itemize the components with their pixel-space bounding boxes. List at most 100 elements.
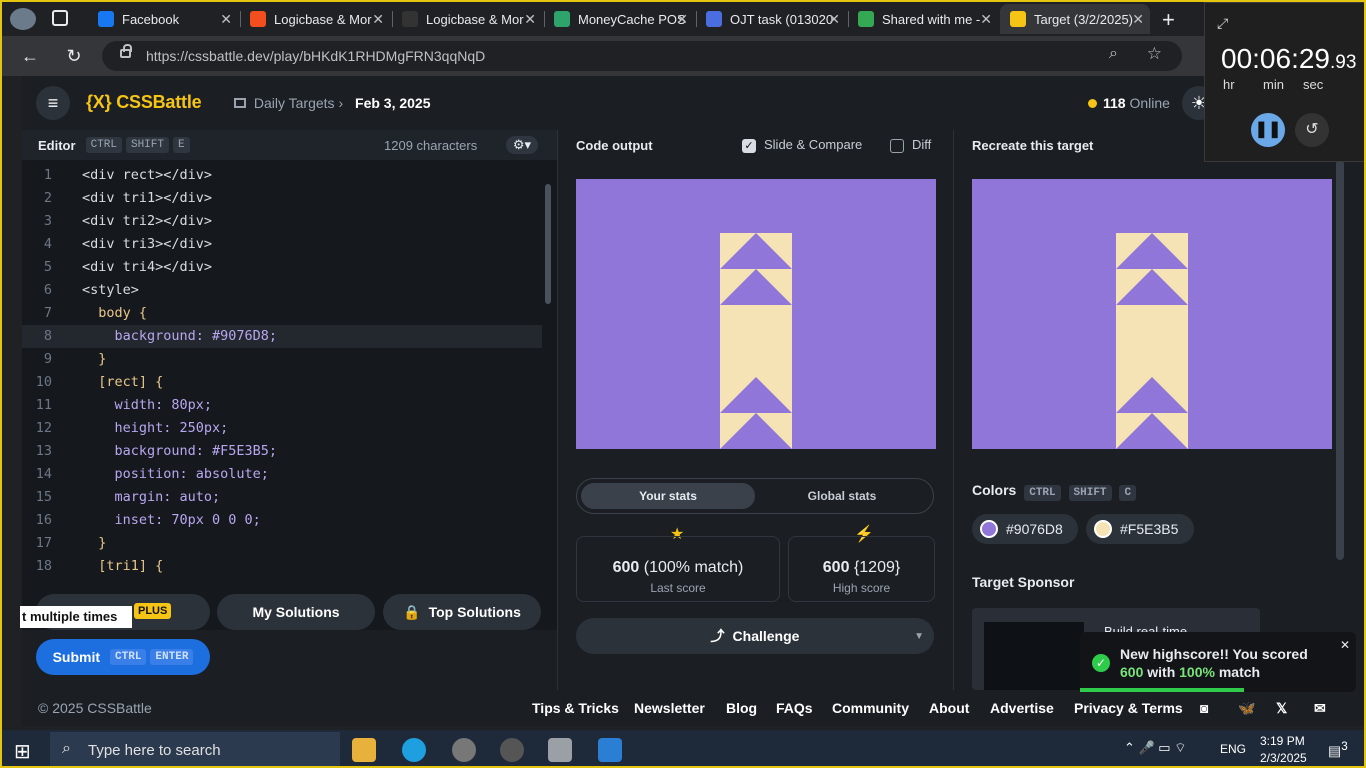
facebook-icon [98, 11, 114, 27]
clock-time[interactable]: 3:19 PM [1260, 734, 1305, 748]
submit-button[interactable]: Submit CTRL ENTER [36, 639, 210, 675]
close-icon[interactable]: ✕ [372, 11, 384, 28]
language-indicator[interactable]: ENG [1220, 742, 1246, 756]
code-line[interactable]: 2 <div tri1></div> [22, 187, 542, 210]
discord-icon[interactable]: ◙ [1200, 700, 1208, 716]
code-line[interactable]: 12 height: 250px; [22, 417, 542, 440]
tab-logicbase-2[interactable]: Logicbase & Mor ✕ [392, 4, 542, 34]
output-tri2 [720, 269, 792, 305]
diff-toggle[interactable]: Diff [890, 137, 931, 153]
chrome-icon[interactable] [500, 738, 524, 762]
code-line[interactable]: 10 [rect] { [22, 371, 542, 394]
mail-icon[interactable]: ✉ [1314, 700, 1326, 717]
code-line[interactable]: 7 body { [22, 302, 542, 325]
code-line[interactable]: 8 background: #9076D8; [22, 325, 542, 348]
code-line[interactable]: 14 position: absolute; [22, 463, 542, 486]
chatgpt-icon[interactable] [452, 738, 476, 762]
code-line[interactable]: 1 <div rect></div> [22, 164, 542, 187]
edge-icon[interactable] [402, 738, 426, 762]
copyright: © 2025 CSSBattle [38, 700, 152, 716]
tab-ojt-task[interactable]: OJT task (013020 ✕ [696, 4, 846, 34]
reload-icon[interactable]: ↻ [62, 44, 86, 68]
reset-icon[interactable]: ↺ [1295, 113, 1329, 147]
vscode-icon[interactable] [598, 738, 622, 762]
scroll-thumb[interactable] [545, 184, 551, 304]
target-canvas[interactable] [972, 179, 1332, 449]
close-icon[interactable]: ✕ [524, 11, 536, 28]
footer-link-about[interactable]: About [929, 700, 969, 716]
challenge-label: Challenge [732, 628, 800, 644]
cssbattle-logo[interactable]: {X} CSSBattle [86, 92, 202, 113]
code-line[interactable]: 3 <div tri2></div> [22, 210, 542, 233]
code-editor[interactable]: 1 <div rect></div> 2 <div tri1></div> 3 <div … [22, 164, 542, 576]
slide-compare-toggle[interactable]: ✓ Slide & Compare [742, 137, 862, 153]
close-icon[interactable]: ✕ [676, 11, 688, 28]
tray-icons[interactable]: ⌃ 🎤 ▭ ⌔ [1124, 740, 1186, 756]
windows-start-icon[interactable]: ⊞ [14, 739, 31, 764]
file-explorer-icon[interactable] [352, 738, 376, 762]
chevron-down-icon[interactable]: ▼ [914, 631, 924, 642]
tab-global-stats[interactable]: Global stats [767, 483, 917, 509]
footer-link-newsletter[interactable]: Newsletter [634, 700, 705, 716]
new-tab-icon[interactable]: + [1162, 7, 1175, 33]
close-icon[interactable]: ✕ [980, 11, 992, 28]
code-line[interactable]: 18 [tri1] { [22, 555, 542, 576]
my-solutions-button[interactable]: My Solutions [217, 594, 375, 630]
challenge-button[interactable]: ⤴ Challenge ▼ [576, 618, 934, 654]
color-chip-1[interactable]: #9076D8 [972, 514, 1078, 544]
code-line[interactable]: 9 } [22, 348, 542, 371]
editor-scrollbar[interactable] [542, 170, 554, 570]
clock-date[interactable]: 2/3/2025 [1260, 751, 1307, 765]
target-scrollbar[interactable] [1336, 160, 1344, 560]
submit-label: Submit [52, 649, 101, 665]
code-line[interactable]: 5 <div tri4></div> [22, 256, 542, 279]
app-icon[interactable] [548, 738, 572, 762]
colors-title: Colors [972, 482, 1017, 498]
color-chip-2[interactable]: #F5E3B5 [1086, 514, 1194, 544]
close-icon[interactable]: ✕ [828, 11, 840, 28]
code-line[interactable]: 15 margin: auto; [22, 486, 542, 509]
tab-facebook[interactable]: Facebook ✕ [88, 4, 238, 34]
footer-link-tips[interactable]: Tips & Tricks [532, 700, 619, 716]
color-2-hex: #F5E3B5 [1120, 521, 1179, 537]
tab-target-active[interactable]: Target (3/2/2025) ✕ [1000, 4, 1150, 34]
tab-logicbase-figma[interactable]: Logicbase & Mor ✕ [240, 4, 390, 34]
tab-your-stats[interactable]: Your stats [581, 483, 755, 509]
top-solutions-button[interactable]: 🔒 Top Solutions [383, 594, 541, 630]
address-bar[interactable]: https://cssbattle.dev/play/bHKdK1RHDMgFR… [102, 41, 1182, 71]
code-line[interactable]: 13 background: #F5E3B5; [22, 440, 542, 463]
output-canvas[interactable] [576, 179, 936, 449]
checkbox-checked-icon[interactable]: ✓ [742, 138, 756, 153]
line-number: 17 [35, 535, 52, 551]
code-line[interactable]: 11 width: 80px; [22, 394, 542, 417]
tab-moneycache[interactable]: MoneyCache POS ✕ [544, 4, 694, 34]
back-icon[interactable]: ← [18, 44, 42, 68]
bookmark-star-icon[interactable]: ☆ [1147, 44, 1162, 64]
x-icon[interactable]: 𝕏 [1276, 700, 1287, 717]
notification-icon[interactable]: ▤3 [1328, 740, 1348, 760]
footer-link-advertise[interactable]: Advertise [990, 700, 1054, 716]
tab-drive[interactable]: Shared with me - ✕ [848, 4, 998, 34]
zoom-icon[interactable]: ⌕ [1109, 45, 1118, 63]
breadcrumb-daily-targets[interactable]: Daily Targets [254, 95, 335, 111]
footer-link-blog[interactable]: Blog [726, 700, 757, 716]
code-line[interactable]: 4 <div tri3></div> [22, 233, 542, 256]
checkbox-icon[interactable] [890, 138, 904, 153]
footer-link-privacy[interactable]: Privacy & Terms [1074, 700, 1183, 716]
close-icon[interactable]: ✕ [1340, 638, 1350, 652]
close-icon[interactable]: ✕ [220, 11, 232, 28]
footer-link-community[interactable]: Community [832, 700, 909, 716]
code-line[interactable]: 17 } [22, 532, 542, 555]
footer-link-faqs[interactable]: FAQs [776, 700, 813, 716]
expand-icon[interactable]: ⤢ [1217, 15, 1228, 32]
bluesky-icon[interactable]: 🦋 [1238, 700, 1255, 717]
tab-actions-icon[interactable] [52, 10, 68, 26]
settings-gear-icon[interactable]: ⚙▾ [506, 136, 538, 154]
pause-icon[interactable]: ❚❚ [1251, 113, 1285, 147]
close-icon[interactable]: ✕ [1132, 11, 1144, 28]
taskbar-search[interactable]: ⌕ Type here to search [50, 732, 340, 766]
code-line[interactable]: 16 inset: 70px 0 0 0; [22, 509, 542, 532]
code-line[interactable]: 6 <style> [22, 279, 542, 302]
menu-icon[interactable]: ≡ [36, 86, 70, 120]
profile-avatar[interactable] [10, 8, 36, 30]
